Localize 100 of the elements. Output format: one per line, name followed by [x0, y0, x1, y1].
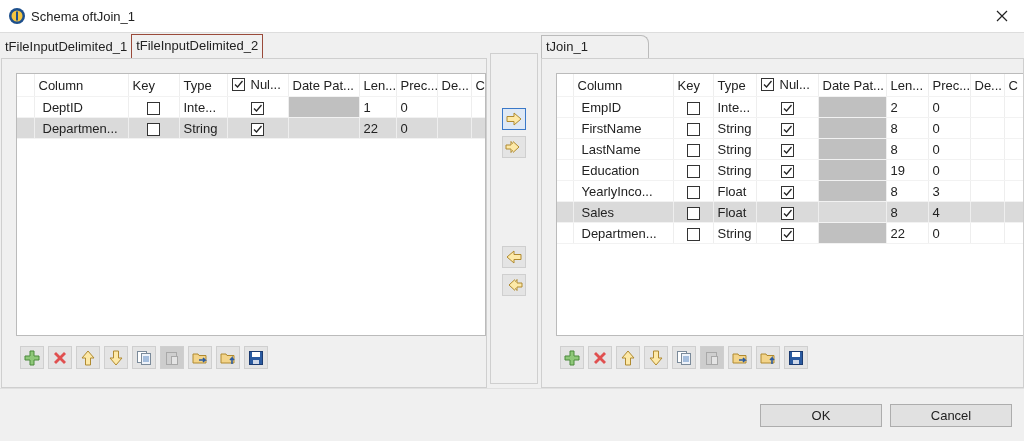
- app-icon: [8, 7, 26, 25]
- checkbox[interactable]: [780, 185, 794, 199]
- floppy-icon: [248, 349, 264, 366]
- table-cell: Inte...: [183, 99, 217, 115]
- checkbox[interactable]: [231, 78, 245, 91]
- window-title: Schema oftJoin_1: [31, 8, 137, 24]
- column-header: Nul...: [250, 77, 281, 92]
- checkbox[interactable]: [780, 122, 794, 136]
- cross-icon: [592, 349, 608, 366]
- table-cell: FirstName: [581, 120, 642, 136]
- close-icon[interactable]: [996, 10, 1008, 22]
- table-cell: String: [183, 120, 218, 136]
- table-cell: 8: [890, 183, 898, 199]
- column-header: Column: [577, 77, 623, 93]
- checkbox[interactable]: [686, 227, 700, 241]
- table-cell: 0: [400, 120, 408, 136]
- checkbox[interactable]: [760, 78, 774, 91]
- table-cell: LastName: [581, 141, 641, 157]
- table-cell: 3: [932, 183, 940, 199]
- table-cell: String: [717, 120, 752, 136]
- checkbox[interactable]: [780, 143, 794, 157]
- table-row[interactable]: EmpID Inte... 2 0: [557, 96, 1023, 118]
- table-cell: String: [717, 141, 752, 157]
- table-cell: 2: [890, 99, 898, 115]
- table-cell: Departmen...: [581, 225, 657, 241]
- column-header: Date Pat...: [292, 77, 354, 93]
- cross-icon: [52, 349, 68, 366]
- floppy-icon: [788, 349, 804, 366]
- tab[interactable]: tFileInputDelimited_2: [131, 34, 264, 58]
- table-row[interactable]: Sales Float 8 4: [557, 201, 1023, 223]
- table-cell: 1: [363, 99, 371, 115]
- column-header: Column: [38, 77, 84, 93]
- column-header: Nul...: [779, 77, 810, 92]
- table-cell: String: [717, 162, 752, 178]
- column-header: Prec...: [932, 77, 969, 93]
- table-row[interactable]: DeptID Inte... 1 0: [17, 96, 485, 118]
- table-cell: 0: [932, 225, 940, 241]
- column-header: Len...: [363, 77, 395, 93]
- table-cell: 19: [890, 162, 905, 178]
- table-cell: 8: [890, 120, 898, 136]
- table-cell: EmpID: [581, 99, 622, 115]
- checkbox[interactable]: [686, 122, 700, 136]
- checkbox[interactable]: [686, 206, 700, 220]
- table-cell: String: [717, 225, 752, 241]
- table-row[interactable]: FirstName String 8 0: [557, 117, 1023, 139]
- checkbox[interactable]: [251, 101, 264, 115]
- cancel-button[interactable]: Cancel: [890, 403, 1012, 427]
- column-header: Prec...: [400, 77, 436, 93]
- toolbar-button[interactable]: [244, 346, 268, 369]
- checkbox[interactable]: [780, 101, 794, 115]
- table-row[interactable]: Departmen... String 22 0: [557, 222, 1023, 244]
- table-row[interactable]: Departmen... String 22 0: [17, 117, 485, 139]
- disabled-cell: [818, 160, 885, 180]
- table-cell: 4: [932, 204, 940, 220]
- down-arrow-icon: [648, 349, 664, 366]
- down-arrow-icon: [108, 349, 124, 366]
- checkbox[interactable]: [147, 122, 160, 136]
- disabled-cell: [818, 223, 885, 243]
- column-header: De...: [441, 77, 469, 93]
- checkbox[interactable]: [686, 143, 700, 157]
- disabled-cell: [288, 97, 358, 117]
- column-header: Date Pat...: [822, 77, 884, 93]
- plus-icon: [564, 349, 580, 366]
- documents-icon: [136, 349, 152, 366]
- toolbar-button[interactable]: [784, 346, 808, 369]
- checkbox[interactable]: [686, 164, 700, 178]
- table-cell: Float: [717, 183, 747, 199]
- column-header: C: [1008, 77, 1018, 93]
- disabled-cell: [818, 139, 885, 159]
- checkbox[interactable]: [780, 227, 794, 241]
- checkbox[interactable]: [251, 122, 264, 136]
- table-cell: DeptID: [42, 99, 83, 115]
- tab[interactable]: tFileInputDelimited_1: [1, 36, 132, 58]
- table-row[interactable]: YearlyInco... Float 8 3: [557, 180, 1023, 202]
- table-cell: 22: [363, 120, 378, 136]
- table-cell: Education: [581, 162, 640, 178]
- checkbox[interactable]: [686, 101, 700, 115]
- table-cell: 0: [400, 99, 408, 115]
- disabled-cell: [818, 97, 885, 117]
- clipboard-icon: [704, 349, 720, 366]
- column-header: Len...: [890, 77, 924, 93]
- table-cell: 0: [932, 162, 940, 178]
- checkbox[interactable]: [686, 185, 700, 199]
- documents-icon: [676, 349, 692, 366]
- table-cell: 8: [890, 141, 898, 157]
- table-row[interactable]: LastName String 8 0: [557, 138, 1023, 160]
- table-cell: 8: [890, 204, 898, 220]
- table-cell: Float: [717, 204, 747, 220]
- checkbox[interactable]: [780, 164, 794, 178]
- clipboard-icon: [164, 349, 180, 366]
- table-cell: Departmen...: [42, 120, 118, 136]
- table-cell: 0: [932, 120, 940, 136]
- checkbox[interactable]: [147, 101, 160, 115]
- column-header: Key: [677, 77, 700, 93]
- transfer-button[interactable]: [502, 108, 526, 130]
- left-arrow-icon: [505, 250, 523, 264]
- table-row[interactable]: Education String 19 0: [557, 159, 1023, 181]
- table-cell: Inte...: [717, 99, 751, 115]
- ok-button[interactable]: OK: [760, 403, 882, 427]
- checkbox[interactable]: [780, 206, 794, 220]
